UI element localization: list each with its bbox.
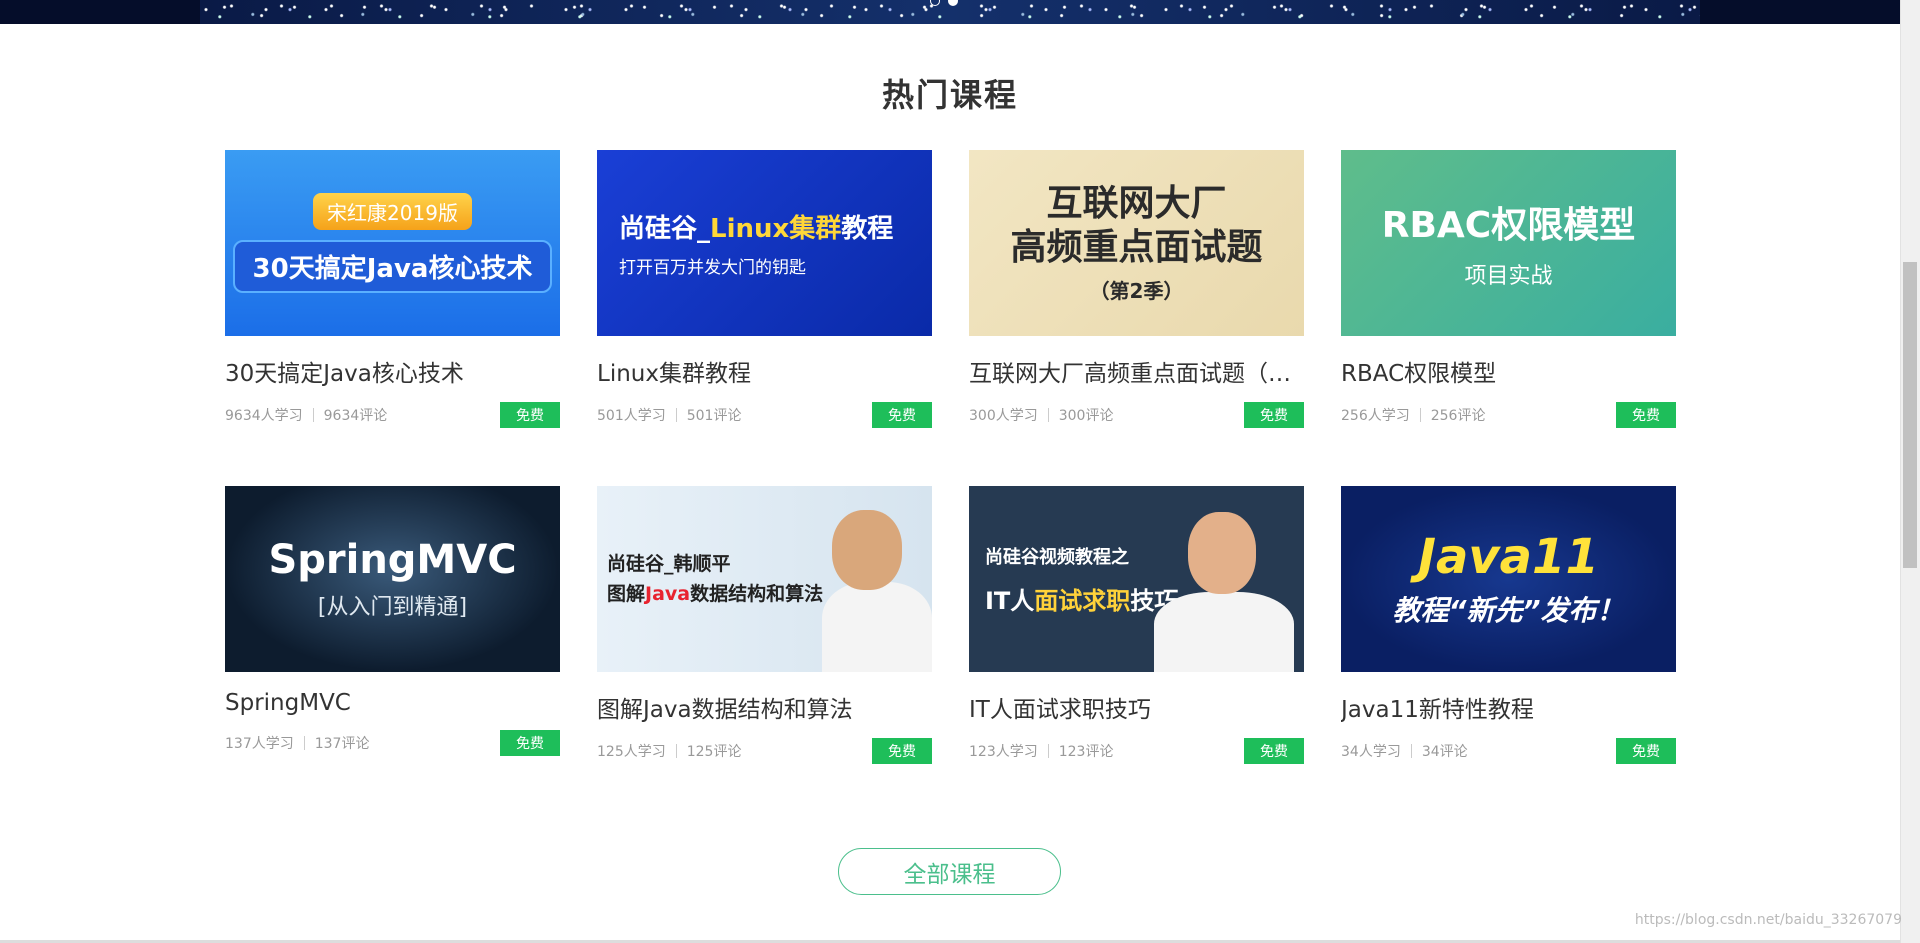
divider xyxy=(303,736,305,750)
course-thumbnail[interactable]: RBAC权限模型 项目实战 xyxy=(1341,150,1676,336)
comment-count: 34评论 xyxy=(1421,744,1468,760)
course-thumbnail[interactable]: 宋红康2019版 30天搞定Java核心技术 xyxy=(225,150,560,336)
student-count: 300人学习 xyxy=(969,408,1038,424)
thumb-title: Java11 xyxy=(1418,529,1599,585)
thumb-subtitle: （第2季） xyxy=(1089,278,1184,303)
course-card[interactable]: 宋红康2019版 30天搞定Java核心技术 30天搞定Java核心技术 963… xyxy=(225,150,560,486)
course-title[interactable]: SpringMVC xyxy=(225,690,560,716)
course-card[interactable]: 尚硅谷视频教程之 IT人面试求职技巧 IT人面试求职技巧 123人学习 123评… xyxy=(969,486,1304,822)
carousel-dot-active[interactable] xyxy=(948,0,958,6)
thumb-author: 尚硅谷_韩顺平 xyxy=(607,552,731,575)
course-meta: 137人学习 137评论 免费 xyxy=(225,730,560,756)
thumb-title-line2: 高频重点面试题 xyxy=(1010,226,1263,268)
thumb-title: 30天搞定Java核心技术 xyxy=(232,240,553,293)
thumb-subtitle: [从入门到精通] xyxy=(317,595,468,620)
instructor-photo-body xyxy=(822,582,932,672)
course-grid: 宋红康2019版 30天搞定Java核心技术 30天搞定Java核心技术 963… xyxy=(225,150,1676,822)
free-badge: 免费 xyxy=(500,730,560,756)
divider xyxy=(1047,744,1049,758)
divider xyxy=(1419,408,1421,422)
course-card[interactable]: 互联网大厂 高频重点面试题 （第2季） 互联网大厂高频重点面试题（第... 30… xyxy=(969,150,1304,486)
comment-count: 9634评论 xyxy=(323,408,388,424)
student-count: 137人学习 xyxy=(225,736,294,752)
free-badge: 免费 xyxy=(500,402,560,428)
course-title[interactable]: Java11新特性教程 xyxy=(1341,690,1676,724)
course-meta: 501人学习 501评论 免费 xyxy=(597,402,932,428)
comment-count: 123评论 xyxy=(1058,744,1114,760)
thumb-title: RBAC权限模型 xyxy=(1381,205,1636,246)
course-meta: 34人学习 34评论 免费 xyxy=(1341,738,1676,764)
course-title[interactable]: Linux集群教程 xyxy=(597,354,932,388)
course-thumbnail[interactable]: 尚硅谷视频教程之 IT人面试求职技巧 xyxy=(969,486,1304,672)
thumb-title: SpringMVC xyxy=(268,537,517,583)
course-card[interactable]: 尚硅谷_Linux集群教程 打开百万并发大门的钥匙 Linux集群教程 501人… xyxy=(597,150,932,486)
divider xyxy=(675,744,677,758)
student-count: 501人学习 xyxy=(597,408,666,424)
course-card[interactable]: Java11 教程“新先”发布！ Java11新特性教程 34人学习 34评论 … xyxy=(1341,486,1676,822)
hero-banner xyxy=(0,0,1900,24)
free-badge: 免费 xyxy=(1616,738,1676,764)
course-title[interactable]: 30天搞定Java核心技术 xyxy=(225,354,560,388)
thumb-subtitle: 教程“新先”发布！ xyxy=(1392,594,1625,627)
student-count: 125人学习 xyxy=(597,744,666,760)
thumb-subtitle: 打开百万并发大门的钥匙 xyxy=(619,258,806,278)
course-card[interactable]: RBAC权限模型 项目实战 RBAC权限模型 256人学习 256评论 免费 xyxy=(1341,150,1676,486)
free-badge: 免费 xyxy=(872,738,932,764)
course-meta: 256人学习 256评论 免费 xyxy=(1341,402,1676,428)
divider xyxy=(675,408,677,422)
course-meta: 123人学习 123评论 免费 xyxy=(969,738,1304,764)
student-count: 34人学习 xyxy=(1341,744,1401,760)
scrollbar[interactable] xyxy=(1900,0,1920,943)
course-title[interactable]: IT人面试求职技巧 xyxy=(969,690,1304,724)
comment-count: 137评论 xyxy=(314,736,370,752)
course-meta: 9634人学习 9634评论 免费 xyxy=(225,402,560,428)
thumb-title: 图解Java数据结构和算法 xyxy=(607,583,824,605)
course-meta: 125人学习 125评论 免费 xyxy=(597,738,932,764)
thumb-title: 尚硅谷_Linux集群教程 xyxy=(619,214,894,244)
comment-count: 256评论 xyxy=(1430,408,1486,424)
course-title[interactable]: RBAC权限模型 xyxy=(1341,354,1676,388)
divider xyxy=(1410,744,1412,758)
student-count: 123人学习 xyxy=(969,744,1038,760)
instructor-photo-body xyxy=(1154,592,1294,672)
divider xyxy=(1047,408,1049,422)
carousel-dot[interactable] xyxy=(930,0,940,6)
thumb-title: IT人面试求职技巧 xyxy=(985,586,1179,615)
thumb-subtitle: 尚硅谷视频教程之 xyxy=(985,546,1129,568)
course-title[interactable]: 图解Java数据结构和算法 xyxy=(597,690,932,724)
student-count: 9634人学习 xyxy=(225,408,303,424)
comment-count: 300评论 xyxy=(1058,408,1114,424)
watermark: https://blog.csdn.net/baidu_33267079 xyxy=(1634,912,1902,928)
course-meta: 300人学习 300评论 免费 xyxy=(969,402,1304,428)
instructor-photo-face xyxy=(832,510,902,590)
thumb-title-line1: 互联网大厂 xyxy=(1046,183,1227,225)
course-thumbnail[interactable]: SpringMVC [从入门到精通] xyxy=(225,486,560,672)
scrollbar-thumb[interactable] xyxy=(1903,262,1917,568)
course-thumbnail[interactable]: Java11 教程“新先”发布！ xyxy=(1341,486,1676,672)
course-thumbnail[interactable]: 尚硅谷_韩顺平 图解Java数据结构和算法 xyxy=(597,486,932,672)
divider xyxy=(312,408,314,422)
all-courses-button[interactable]: 全部课程 xyxy=(838,848,1061,895)
course-thumbnail[interactable]: 互联网大厂 高频重点面试题 （第2季） xyxy=(969,150,1304,336)
comment-count: 501评论 xyxy=(686,408,742,424)
thumb-subtitle: 项目实战 xyxy=(1464,264,1553,289)
section-title: 热门课程 xyxy=(881,76,1018,114)
thumb-badge: 宋红康2019版 xyxy=(313,193,472,230)
instructor-photo-face xyxy=(1188,512,1256,594)
comment-count: 125评论 xyxy=(686,744,742,760)
course-card[interactable]: 尚硅谷_韩顺平 图解Java数据结构和算法 图解Java数据结构和算法 125人… xyxy=(597,486,932,822)
course-thumbnail[interactable]: 尚硅谷_Linux集群教程 打开百万并发大门的钥匙 xyxy=(597,150,932,336)
carousel-dots xyxy=(930,0,958,6)
free-badge: 免费 xyxy=(1244,402,1304,428)
course-title[interactable]: 互联网大厂高频重点面试题（第... xyxy=(969,354,1304,388)
free-badge: 免费 xyxy=(872,402,932,428)
free-badge: 免费 xyxy=(1616,402,1676,428)
student-count: 256人学习 xyxy=(1341,408,1410,424)
course-card[interactable]: SpringMVC [从入门到精通] SpringMVC 137人学习 137评… xyxy=(225,486,560,822)
free-badge: 免费 xyxy=(1244,738,1304,764)
